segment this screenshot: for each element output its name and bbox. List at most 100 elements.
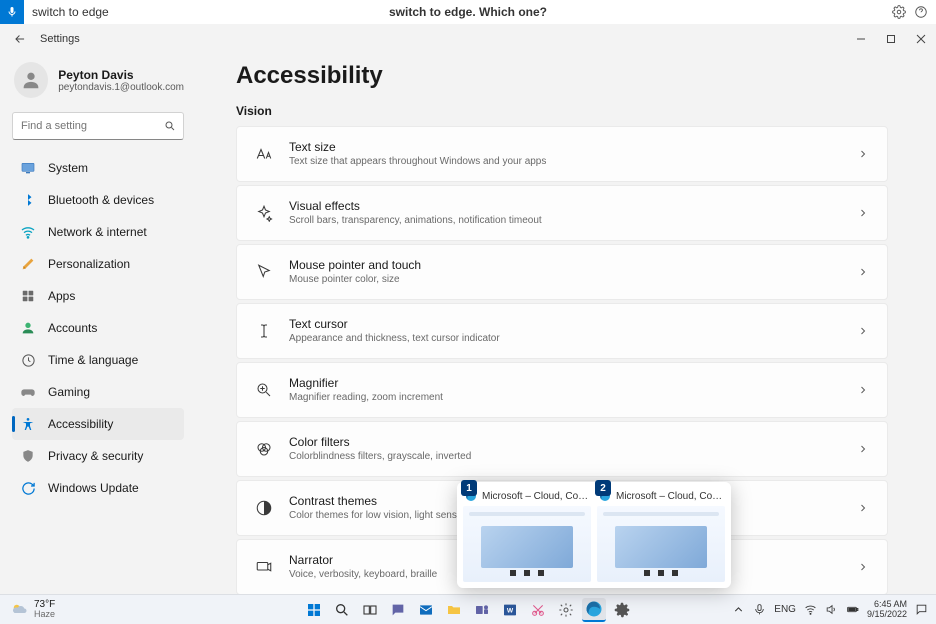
card-desc: Appearance and thickness, text cursor in… [289,332,857,345]
card-title: Color filters [289,435,857,451]
help-icon[interactable] [914,5,928,19]
notifications-icon[interactable] [915,603,928,616]
taskbar-right: ENG 6:45 AM 9/15/2022 [732,600,936,620]
sidebar-item-gaming[interactable]: Gaming [12,376,184,408]
section-title-vision: Vision [236,104,888,118]
search-icon [164,120,176,132]
microphone-icon[interactable] [753,603,766,616]
preview-badge: 1 [461,480,477,496]
clock-icon [21,353,36,368]
gaming-icon [20,384,36,400]
card-visual-effects[interactable]: Visual effectsScroll bars, transparency,… [236,185,888,241]
taskbar-search[interactable] [330,598,354,622]
color-filters-icon [255,440,273,458]
maximize-icon [886,34,896,44]
sidebar-item-label: Privacy & security [48,449,143,463]
mouse-pointer-icon [255,263,273,281]
maximize-button[interactable] [876,24,906,54]
card-desc: Mouse pointer color, size [289,273,857,286]
chevron-right-icon [857,148,869,160]
voice-bar: switch to edge switch to edge. Which one… [0,0,936,24]
sidebar-item-privacy[interactable]: Privacy & security [12,440,184,472]
minimize-icon [856,34,866,44]
contrast-icon [255,499,273,517]
preview-thumb [463,506,591,582]
profile[interactable]: Peyton Davis peytondavis.1@outlook.com [12,62,184,98]
sidebar: Peyton Davis peytondavis.1@outlook.com S… [0,54,196,594]
microphone-icon [6,6,18,18]
back-button[interactable] [12,31,28,47]
chevron-right-icon [857,502,869,514]
sparkle-icon [255,204,273,222]
chevron-right-icon [857,443,869,455]
weather-desc: Haze [34,610,55,619]
explorer-tb[interactable] [442,598,466,622]
edge-tb[interactable] [582,598,606,622]
wifi-icon [20,224,36,240]
sidebar-item-apps[interactable]: Apps [12,280,184,312]
sidebar-item-update[interactable]: Windows Update [12,472,184,504]
snip-tb[interactable] [526,598,550,622]
weather-icon [10,601,28,619]
preview-item-1[interactable]: 1 Microsoft – Cloud, Computers, ... [463,488,591,582]
word-icon: W [502,602,518,618]
update-icon [21,481,36,496]
chat-icon-tb[interactable] [386,598,410,622]
taskbar-weather[interactable]: 73°F Haze [0,600,55,619]
settings-tb[interactable] [554,598,578,622]
page-title: Accessibility [236,62,888,90]
preview-title: Microsoft – Cloud, Computers, ... [482,491,589,502]
language-indicator[interactable]: ENG [774,604,796,615]
magnifier-icon [255,381,273,399]
outlook-tb[interactable] [414,598,438,622]
preview-item-2[interactable]: 2 Microsoft – Cloud, Computers, ... [597,488,725,582]
settings-gear-tb[interactable] [610,598,634,622]
teams-tb[interactable] [470,598,494,622]
chevron-right-icon [857,207,869,219]
card-desc: Colorblindness filters, grayscale, inver… [289,450,857,463]
preview-thumb [597,506,725,582]
wifi-icon[interactable] [804,603,817,616]
minimize-button[interactable] [846,24,876,54]
gear-icon [614,602,630,618]
battery-icon[interactable] [846,603,859,616]
taskbar-center: W [302,598,634,622]
card-text-size[interactable]: Text sizeText size that appears througho… [236,126,888,182]
text-cursor-icon [255,322,273,340]
card-desc: Scroll bars, transparency, animations, n… [289,214,857,227]
search-wrap [12,112,184,140]
search-input[interactable] [12,112,184,140]
sidebar-item-bluetooth[interactable]: Bluetooth & devices [12,184,184,216]
edge-window-preview: 1 Microsoft – Cloud, Computers, ... 2 Mi… [457,482,731,588]
volume-icon[interactable] [825,603,838,616]
card-title: Magnifier [289,376,857,392]
accessibility-icon [20,416,36,432]
edge-icon [585,600,603,618]
chevron-up-icon[interactable] [732,603,745,616]
window-controls [846,24,936,54]
sidebar-item-system[interactable]: System [12,152,184,184]
gear-icon[interactable] [892,5,906,19]
sidebar-item-network[interactable]: Network & internet [12,216,184,248]
card-title: Text cursor [289,317,857,333]
gear-icon [558,602,574,618]
sidebar-item-time[interactable]: Time & language [12,344,184,376]
task-view-icon [362,602,378,618]
task-view[interactable] [358,598,382,622]
close-button[interactable] [906,24,936,54]
word-tb[interactable]: W [498,598,522,622]
brush-icon [20,256,36,272]
voice-button[interactable] [0,0,24,24]
card-magnifier[interactable]: MagnifierMagnifier reading, zoom increme… [236,362,888,418]
card-color-filters[interactable]: Color filtersColorblindness filters, gra… [236,421,888,477]
sidebar-item-personalization[interactable]: Personalization [12,248,184,280]
start-button[interactable] [302,598,326,622]
card-mouse-pointer[interactable]: Mouse pointer and touchMouse pointer col… [236,244,888,300]
taskbar-clock[interactable]: 6:45 AM 9/15/2022 [867,600,907,620]
card-desc: Text size that appears throughout Window… [289,155,857,168]
person-icon [20,320,36,336]
sidebar-item-accounts[interactable]: Accounts [12,312,184,344]
settings-header: Settings [0,24,936,54]
card-text-cursor[interactable]: Text cursorAppearance and thickness, tex… [236,303,888,359]
sidebar-item-accessibility[interactable]: Accessibility [12,408,184,440]
